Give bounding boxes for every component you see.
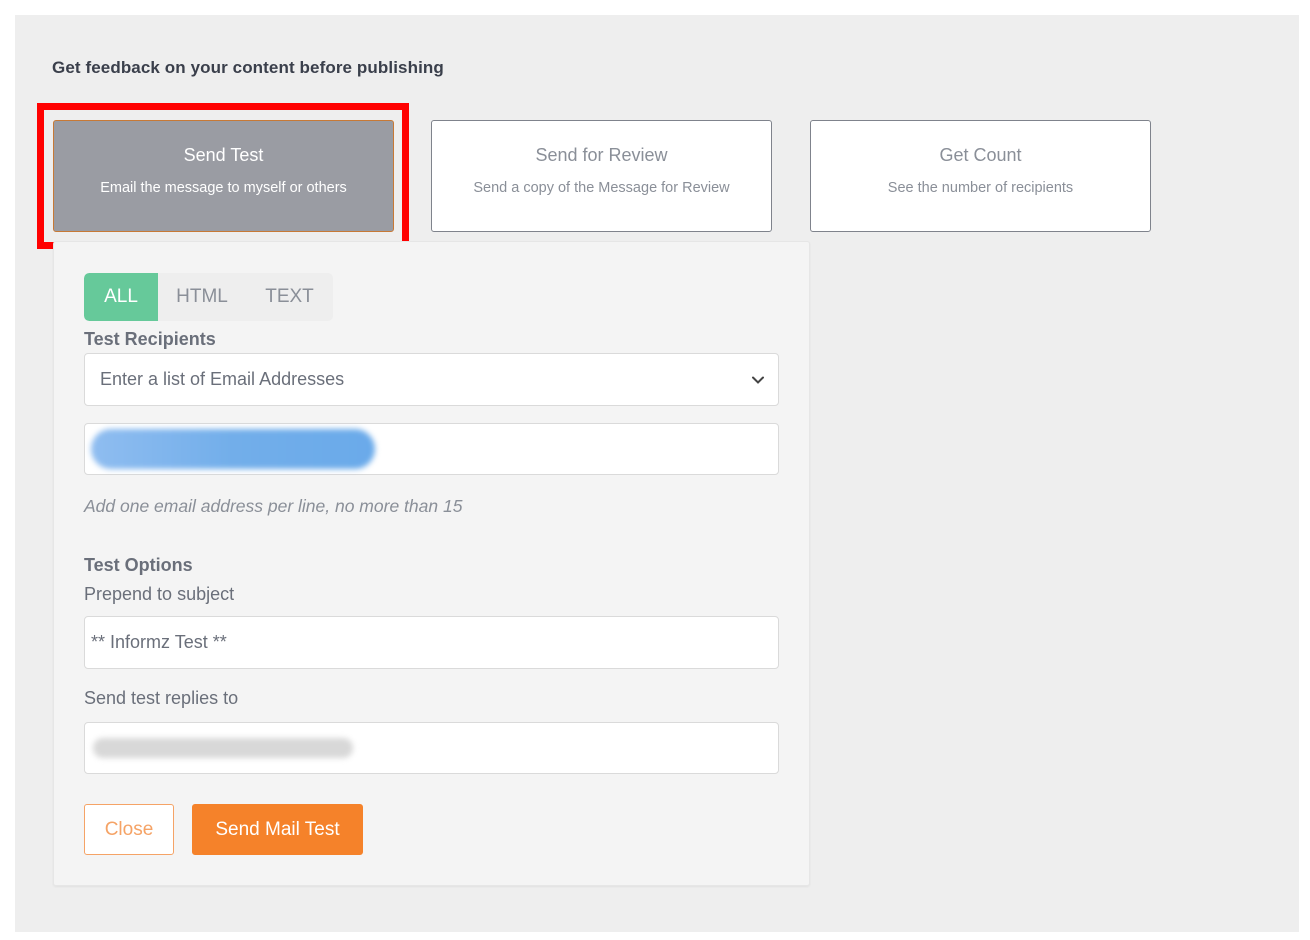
page-heading: Get feedback on your content before publ… [52, 58, 444, 78]
recipients-email-input[interactable] [84, 423, 779, 475]
redacted-email [91, 429, 375, 469]
send-mail-test-button[interactable]: Send Mail Test [192, 804, 363, 855]
tab-text[interactable]: TEXT [246, 273, 333, 321]
chevron-down-icon [750, 372, 766, 388]
close-button[interactable]: Close [84, 804, 174, 855]
card-title: Send for Review [432, 145, 771, 166]
select-value: Enter a list of Email Addresses [100, 369, 344, 390]
recipients-hint: Add one email address per line, no more … [84, 496, 462, 517]
prepend-subject-input[interactable]: ** Informz Test ** [84, 616, 779, 669]
reply-to-label: Send test replies to [84, 688, 238, 709]
recipients-type-select[interactable]: Enter a list of Email Addresses [84, 353, 779, 406]
format-tabs: ALL HTML TEXT [84, 273, 333, 321]
card-title: Get Count [811, 145, 1150, 166]
tab-all[interactable]: ALL [84, 273, 158, 321]
tab-html[interactable]: HTML [158, 273, 246, 321]
card-subtitle: Send a copy of the Message for Review [432, 180, 771, 196]
card-title: Send Test [54, 145, 393, 166]
prepend-subject-value: ** Informz Test ** [91, 632, 227, 653]
send-test-panel: ALL HTML TEXT Test Recipients Enter a li… [53, 241, 810, 886]
redacted-email [93, 738, 353, 758]
card-subtitle: Email the message to myself or others [54, 180, 393, 196]
get-count-card[interactable]: Get Count See the number of recipients [810, 120, 1151, 232]
send-test-card[interactable]: Send Test Email the message to myself or… [53, 120, 394, 232]
send-for-review-card[interactable]: Send for Review Send a copy of the Messa… [431, 120, 772, 232]
test-options-label: Test Options [84, 555, 193, 576]
card-subtitle: See the number of recipients [811, 180, 1150, 196]
test-recipients-label: Test Recipients [84, 329, 216, 350]
prepend-subject-label: Prepend to subject [84, 584, 234, 605]
reply-to-input[interactable] [84, 722, 779, 774]
